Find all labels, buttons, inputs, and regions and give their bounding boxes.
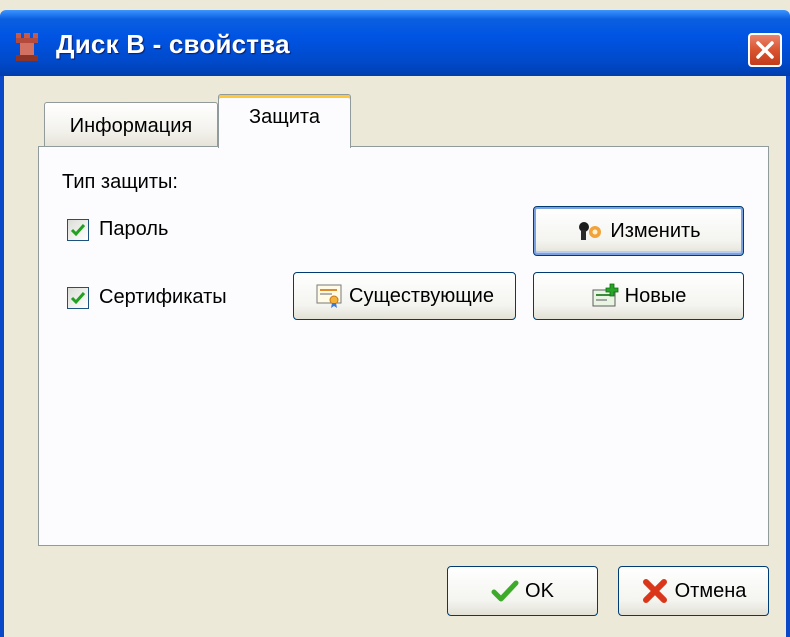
existing-certificates-button[interactable]: Существующие bbox=[293, 272, 516, 320]
tab-panel-security: Тип защиты: Пароль Изменить Сертификаты bbox=[38, 146, 769, 546]
close-icon bbox=[756, 41, 774, 59]
tab-information-label: Информация bbox=[69, 115, 193, 137]
window-title: Диск B - свойства bbox=[56, 29, 290, 59]
properties-dialog: Диск B - свойства Информация Защита Тип … bbox=[0, 0, 790, 637]
ok-button-label: OK bbox=[525, 579, 554, 602]
checkmark-icon bbox=[491, 580, 519, 602]
tab-information[interactable]: Информация bbox=[44, 102, 218, 146]
existing-certificates-label: Существующие bbox=[349, 284, 494, 307]
title-bar[interactable]: Диск B - свойства bbox=[0, 10, 790, 76]
password-checkbox[interactable] bbox=[67, 219, 89, 241]
tab-security[interactable]: Защита bbox=[218, 94, 351, 148]
new-certificate-icon bbox=[592, 283, 619, 307]
cancel-button[interactable]: Отмена bbox=[618, 566, 769, 616]
tab-security-label: Защита bbox=[249, 106, 320, 128]
window-frame-right bbox=[786, 76, 790, 637]
rook-app-icon bbox=[16, 33, 38, 61]
new-certificates-label: Новые bbox=[624, 284, 687, 307]
new-certificates-button[interactable]: Новые bbox=[533, 272, 744, 320]
close-button[interactable] bbox=[748, 33, 782, 67]
cancel-button-label: Отмена bbox=[674, 579, 747, 602]
password-label: Пароль bbox=[99, 218, 169, 240]
checkmark-icon bbox=[70, 224, 86, 237]
keys-icon bbox=[579, 222, 602, 240]
certificate-icon bbox=[316, 284, 342, 308]
cross-icon bbox=[642, 579, 667, 603]
protection-type-label: Тип защиты: bbox=[62, 171, 178, 193]
change-button-label: Изменить bbox=[610, 219, 701, 242]
certificates-checkbox[interactable] bbox=[67, 287, 89, 309]
window-frame-left bbox=[0, 76, 4, 637]
checkmark-icon bbox=[70, 292, 86, 305]
certificates-label: Сертификаты bbox=[99, 286, 227, 308]
change-button[interactable]: Изменить bbox=[533, 206, 744, 256]
ok-button[interactable]: OK bbox=[447, 566, 598, 616]
